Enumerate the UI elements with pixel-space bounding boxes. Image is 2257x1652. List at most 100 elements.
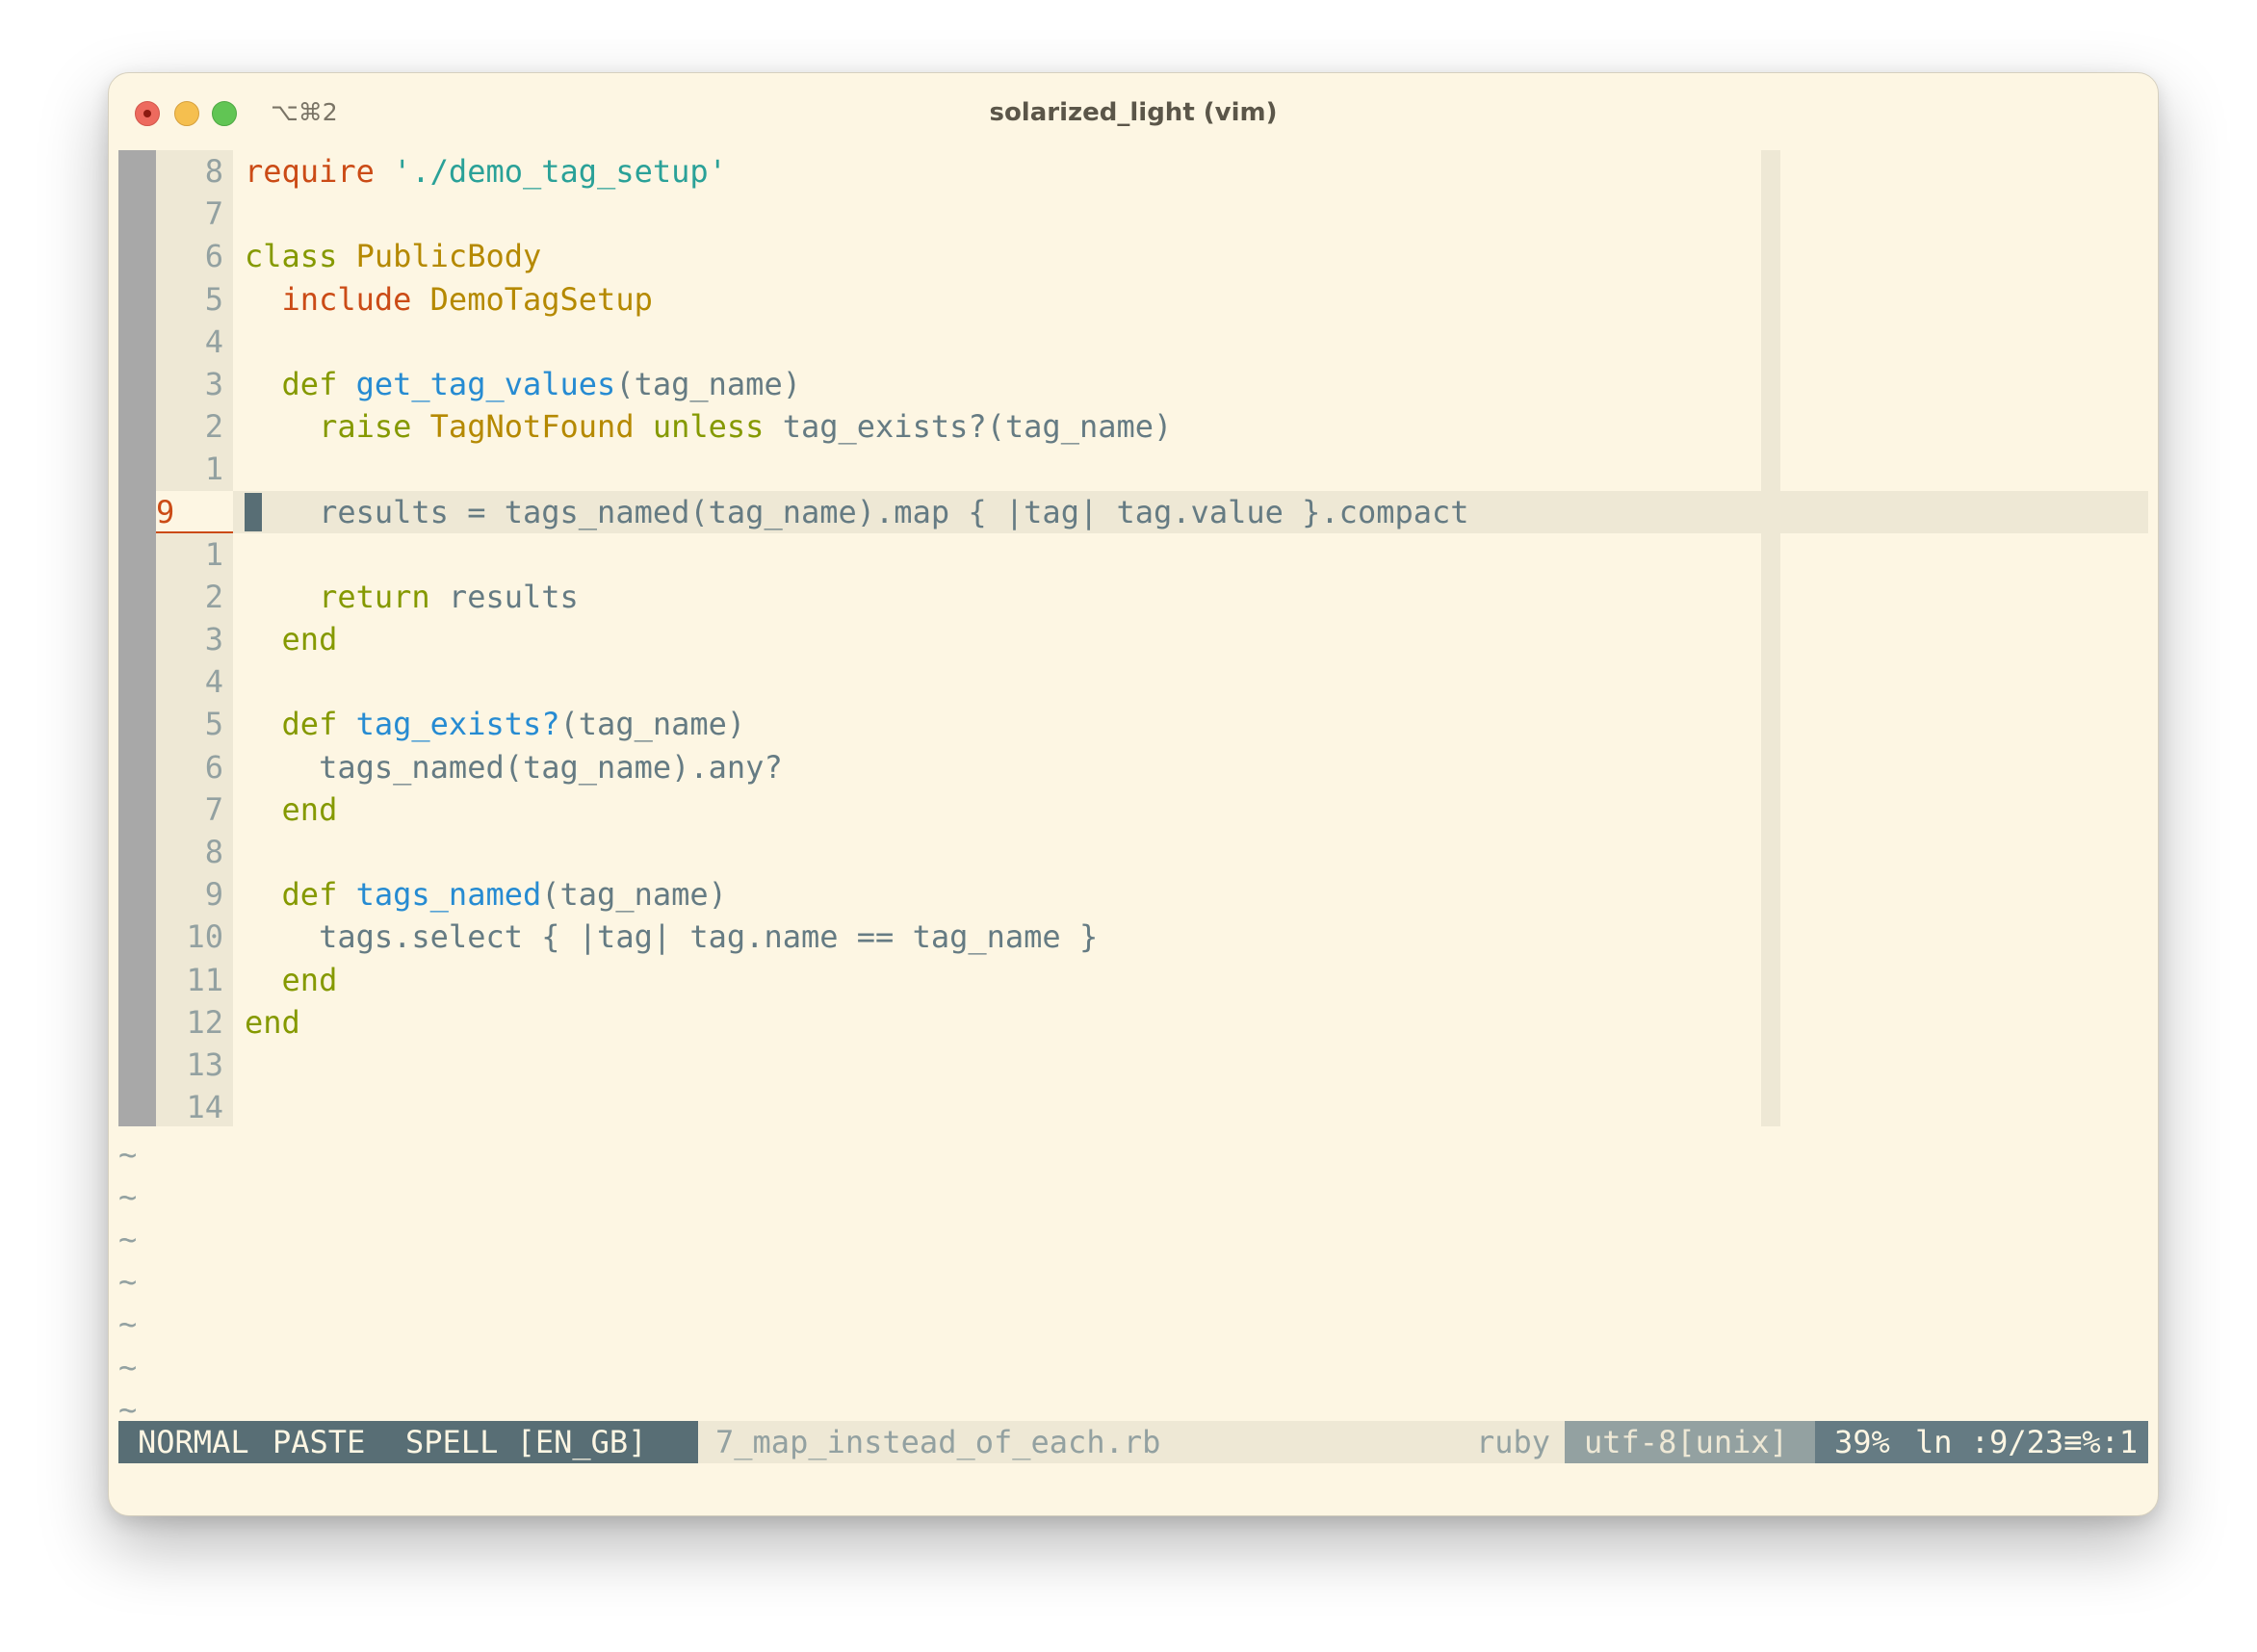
- line-code[interactable]: require './demo_tag_setup': [245, 150, 727, 193]
- code-token: (tag_name): [541, 876, 727, 914]
- line-code[interactable]: end: [245, 788, 338, 831]
- line-number: 5: [204, 706, 223, 743]
- tilde-marker: ~: [118, 1263, 138, 1301]
- code-token: tags.select { |tag| tag.name == tag_name…: [245, 918, 1099, 956]
- tilde-marker: ~: [118, 1305, 138, 1343]
- line-number: 9: [204, 876, 223, 914]
- line-number: 4: [204, 323, 223, 360]
- line-code[interactable]: end: [245, 618, 338, 660]
- code-token: PublicBody: [355, 238, 542, 275]
- code-line[interactable]: 9 def tags_named(tag_name): [118, 873, 2148, 916]
- line-number: 4: [204, 663, 223, 701]
- line-number: 7: [204, 195, 223, 233]
- code-line[interactable]: 5 include DemoTagSetup: [118, 278, 2148, 321]
- paste-indicator: PASTE: [272, 1424, 366, 1460]
- code-token: return: [319, 578, 449, 615]
- code-token: def: [281, 365, 356, 402]
- code-line[interactable]: 4: [118, 660, 2148, 703]
- code-line[interactable]: 11 end: [118, 959, 2148, 1001]
- terminal-window: ⌥⌘2 solarized_light (vim) 8 require './de…: [108, 72, 2159, 1516]
- status-filename: 7_map_instead_of_each.rb: [715, 1424, 1161, 1460]
- status-filetype: ruby: [1476, 1424, 1551, 1460]
- line-code[interactable]: include DemoTagSetup: [245, 278, 653, 321]
- code-token: tags_named: [355, 876, 542, 914]
- code-token: raise: [319, 408, 430, 446]
- tilde-marker: ~: [118, 1177, 138, 1215]
- line-number: 13: [186, 1045, 223, 1083]
- code-token: end: [281, 790, 338, 828]
- code-line[interactable]: 8: [118, 831, 2148, 873]
- code-line[interactable]: 3 end: [118, 618, 2148, 660]
- line-number: 14: [186, 1089, 223, 1126]
- tilde-marker: ~: [118, 1135, 138, 1173]
- code-token: tag_exists?(tag_name): [782, 408, 1173, 446]
- line-number: 1: [204, 451, 223, 488]
- code-line[interactable]: 7 end: [118, 788, 2148, 831]
- line-code[interactable]: def tags_named(tag_name): [245, 873, 727, 916]
- line-code[interactable]: tags_named(tag_name).any?: [245, 746, 783, 788]
- line-number: 12: [186, 1003, 223, 1041]
- code-line[interactable]: 2 return results: [118, 576, 2148, 618]
- line-number: 8: [204, 153, 223, 190]
- line-number: 2: [204, 408, 223, 446]
- status-encoding: utf-8[unix]: [1584, 1424, 1788, 1460]
- line-code[interactable]: raise TagNotFound unless tag_exists?(tag…: [245, 405, 1172, 448]
- code-line[interactable]: 10 tags.select { |tag| tag.name == tag_n…: [118, 916, 2148, 958]
- line-code[interactable]: results = tags_named(tag_name).map { |ta…: [245, 491, 1469, 533]
- line-number: 11: [186, 961, 223, 998]
- line-code[interactable]: def tag_exists?(tag_name): [245, 703, 746, 745]
- tilde-marker: ~: [118, 1221, 138, 1257]
- line-number: 1: [204, 535, 223, 573]
- line-number: 8: [204, 834, 223, 870]
- vim-editor[interactable]: 8 require './demo_tag_setup' 7 6 class Publi…: [118, 150, 2148, 1508]
- status-percent: 39%: [1834, 1424, 1890, 1460]
- line-code[interactable]: def get_tag_values(tag_name): [245, 363, 801, 405]
- code-token: def: [281, 706, 356, 743]
- code-token: end: [245, 1003, 300, 1041]
- line-code[interactable]: end: [245, 959, 338, 1001]
- line-code[interactable]: class PublicBody: [245, 235, 541, 277]
- code-line[interactable]: 3 def get_tag_values(tag_name): [118, 363, 2148, 405]
- code-token: end: [281, 621, 338, 658]
- code-line[interactable]: 1: [118, 448, 2148, 490]
- tilde-marker: ~: [118, 1348, 138, 1385]
- code-line[interactable]: 1: [118, 533, 2148, 576]
- code-line[interactable]: 6 class PublicBody: [118, 235, 2148, 277]
- code-token: require: [245, 153, 394, 190]
- line-number: 3: [204, 365, 223, 402]
- code-line[interactable]: 8 require './demo_tag_setup': [118, 150, 2148, 193]
- code-line[interactable]: 6 tags_named(tag_name).any?: [118, 746, 2148, 788]
- code-line[interactable]: 13: [118, 1044, 2148, 1086]
- status-line: NORMAL PASTE SPELL [EN_GB] 7_map_instead…: [118, 1421, 2148, 1463]
- title-bar: ⌥⌘2 solarized_light (vim): [109, 73, 2158, 150]
- line-code[interactable]: return results: [245, 576, 579, 618]
- code-token: get_tag_values: [355, 365, 616, 402]
- status-cursor-position: ln :9/23≡%:1: [1915, 1424, 2139, 1460]
- code-token: TagNotFound: [429, 408, 653, 446]
- code-line[interactable]: 2 raise TagNotFound unless tag_exists?(t…: [118, 405, 2148, 448]
- code-line[interactable]: 4: [118, 321, 2148, 363]
- code-line[interactable]: 7: [118, 193, 2148, 235]
- code-line[interactable]: 14: [118, 1086, 2148, 1128]
- line-number: 5: [204, 280, 223, 318]
- window-title: solarized_light (vim): [989, 98, 1278, 127]
- line-number: 2: [204, 578, 223, 615]
- line-number: 6: [204, 238, 223, 275]
- line-number: 9: [156, 490, 233, 533]
- code-token: (tag_name): [559, 706, 746, 743]
- code-token: unless: [652, 408, 783, 446]
- code-line-current[interactable]: 9 results = tags_named(tag_name).map { |…: [118, 490, 2148, 533]
- code-line[interactable]: 12 end: [118, 1001, 2148, 1044]
- code-line[interactable]: 5 def tag_exists?(tag_name): [118, 703, 2148, 745]
- line-code[interactable]: tags.select { |tag| tag.name == tag_name…: [245, 916, 1098, 958]
- code-token: results = tags_named(tag_name).map { |ta…: [245, 493, 1469, 530]
- code-buffer[interactable]: 8 require './demo_tag_setup' 7 6 class Publi…: [118, 150, 2148, 1128]
- line-number: 7: [204, 790, 223, 828]
- line-code[interactable]: end: [245, 1001, 300, 1044]
